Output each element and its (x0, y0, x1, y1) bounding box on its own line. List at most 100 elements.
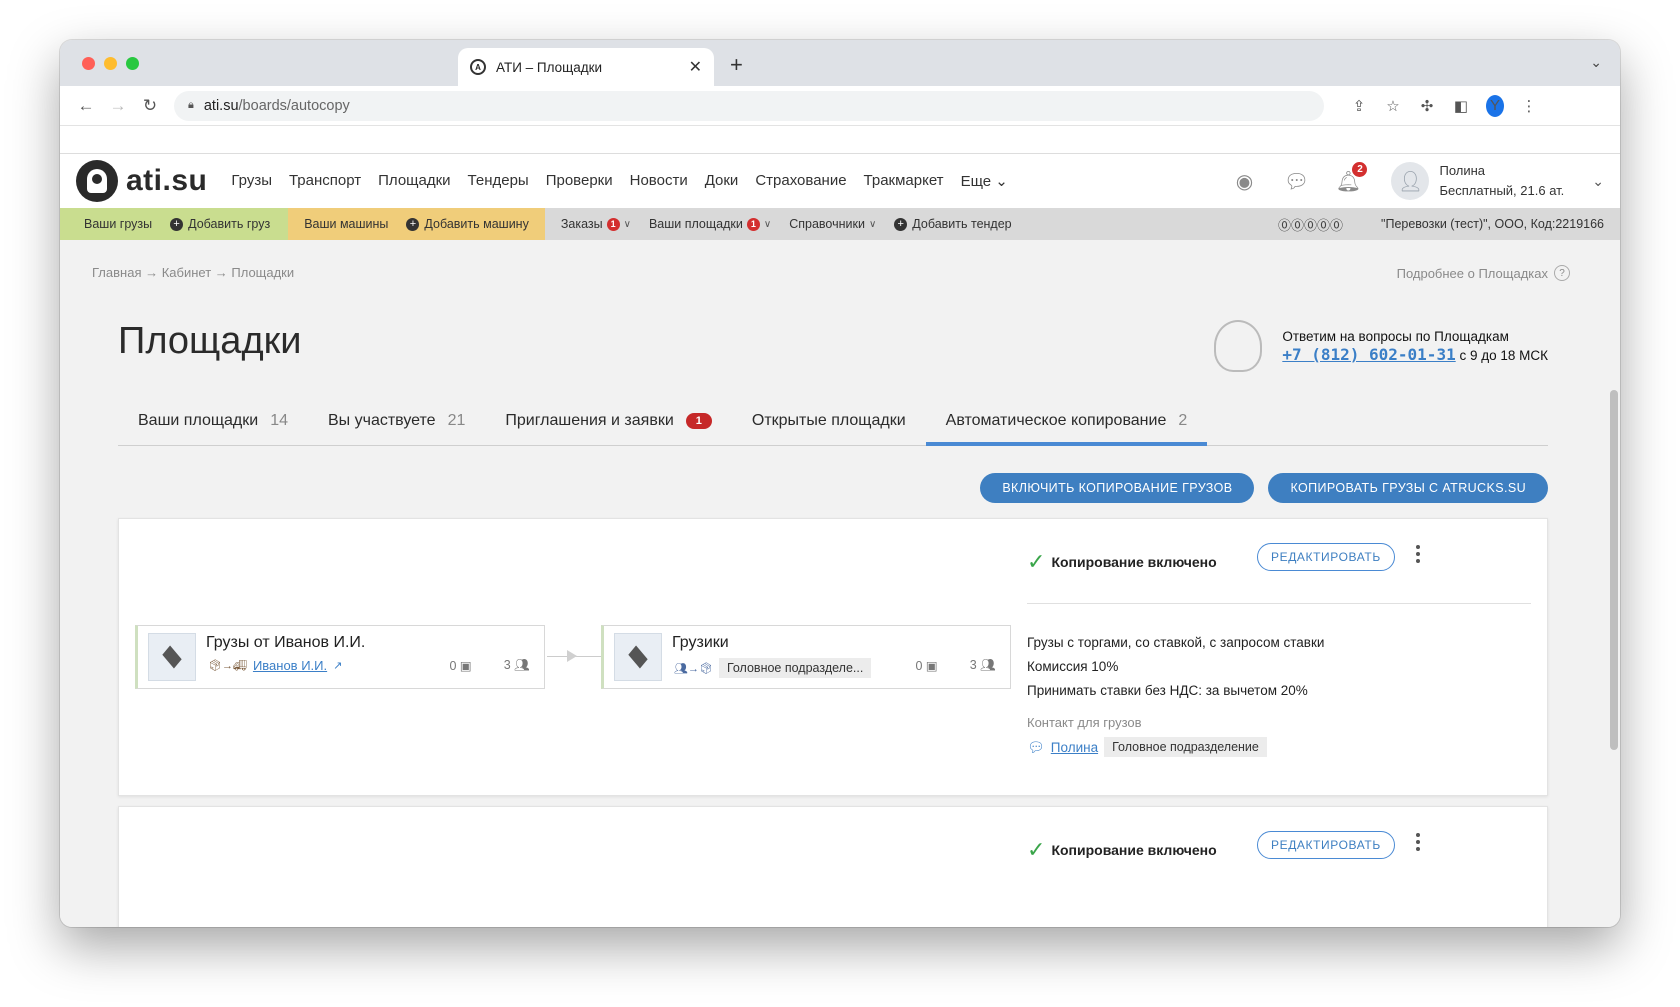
site-header: ati.su Грузы Транспорт Площадки Тендеры … (60, 154, 1620, 208)
tab-open-boards[interactable]: Открытые площадки (732, 398, 926, 446)
add-tender-button[interactable]: + Добавить тендер (894, 217, 1012, 231)
plus-circle-icon: + (894, 217, 908, 231)
support-block: Ответим на вопросы по Площадкам +7 (812)… (1214, 320, 1548, 372)
tab-count: 2 (1178, 412, 1188, 429)
external-link-icon[interactable]: ↗ (333, 659, 342, 672)
target-board[interactable]: Грузики 👥︎→📦︎ Головное подразделе... 0 ▣… (601, 625, 1011, 689)
breadcrumb[interactable]: Главная → Кабинет → Площадки (92, 265, 294, 280)
plus-circle-icon: + (170, 217, 184, 231)
share-icon[interactable]: ⇪ (1350, 97, 1368, 115)
reload-icon[interactable]: ↻ (134, 96, 166, 116)
target-board-stats: 0 ▣ 3 👥︎ (915, 658, 996, 673)
edit-button[interactable]: РЕДАКТИРОВАТЬ (1257, 543, 1395, 571)
more-about-boards-link[interactable]: Подробнее о Площадках? (1397, 265, 1570, 281)
boards-badge: 1 (746, 217, 760, 231)
contact-department-tag: Головное подразделение (1104, 737, 1267, 757)
extensions-icon[interactable]: ✣ (1418, 97, 1436, 115)
browser-window: A АТИ – Площадки ✕ + ⌄ ← → ↻ 🔒︎ ati.su/b… (60, 40, 1620, 927)
tab-count: 14 (270, 412, 288, 429)
condition-item: Комиссия 10% (1027, 659, 1119, 674)
copy-from-atrucks-button[interactable]: КОПИРОВАТЬ ГРУЗЫ С ATRUCKS.SU (1268, 473, 1548, 503)
tab-search-chevron-icon[interactable]: ⌄ (1590, 54, 1602, 71)
close-window-button[interactable] (82, 57, 95, 70)
user-avatar-icon[interactable]: 👤︎ (1391, 162, 1430, 200)
chevron-down-icon: ∨ (868, 218, 877, 230)
contact-name-link[interactable]: Полина (1051, 740, 1098, 755)
people-icon: 👥︎ (514, 658, 530, 672)
autocopy-rule-card: ✓ Копирование включено РЕДАКТИРОВАТЬ (118, 806, 1548, 927)
layers-icon (148, 633, 196, 681)
check-icon: ✓ (1027, 549, 1046, 574)
edit-button[interactable]: РЕДАКТИРОВАТЬ (1257, 831, 1395, 859)
tab-bar: A АТИ – Площадки ✕ + ⌄ (60, 40, 1620, 86)
add-cargo-button[interactable]: + Добавить груз (170, 217, 270, 231)
support-line: Ответим на вопросы по Площадкам (1282, 328, 1509, 344)
menu-item-transport[interactable]: Транспорт (289, 172, 361, 190)
menu-item-truckmarket[interactable]: Тракмаркет (864, 172, 944, 190)
maximize-window-button[interactable] (126, 57, 139, 70)
back-icon[interactable]: ← (70, 96, 102, 116)
your-boards-menu[interactable]: Ваши площадки 1 ∨ (649, 217, 771, 231)
add-tender-label: Добавить тендер (912, 217, 1012, 231)
tab-your-boards[interactable]: Ваши площадки 14 (118, 398, 308, 446)
support-operator-icon (1214, 320, 1263, 372)
bookmarks-strip (60, 126, 1620, 154)
forward-icon[interactable]: → (102, 96, 134, 116)
menu-item-boards[interactable]: Площадки (378, 172, 450, 190)
chat-icon[interactable]: 💬︎ (1027, 739, 1045, 756)
user-menu-chevron-icon[interactable]: ⌄ (1592, 173, 1604, 190)
menu-item-news[interactable]: Новости (630, 172, 688, 190)
source-board[interactable]: Грузы от Иванов И.И. 📦︎→🚚︎ Иванов И.И. ↗… (135, 625, 545, 689)
browser-menu-icon[interactable]: ⋮ (1520, 97, 1538, 115)
your-boards-label: Ваши площадки (648, 217, 743, 231)
tab-invitations[interactable]: Приглашения и заявки 1 (485, 398, 732, 446)
browser-tab[interactable]: A АТИ – Площадки ✕ (458, 48, 714, 86)
tab-participating[interactable]: Вы участвуете 21 (308, 398, 485, 446)
profile-avatar[interactable]: Y (1486, 94, 1504, 117)
more-options-icon[interactable] (1413, 833, 1423, 851)
tab-count: 21 (447, 412, 466, 429)
action-buttons: ВКЛЮЧИТЬ КОПИРОВАНИЕ ГРУЗОВ КОПИРОВАТЬ Г… (980, 473, 1548, 503)
menu-item-checks[interactable]: Проверки (546, 172, 613, 190)
page-scrollbar[interactable] (1610, 390, 1618, 750)
contact-row: 💬︎ Полина Головное подразделение (1027, 737, 1267, 757)
enable-copy-button[interactable]: ВКЛЮЧИТЬ КОПИРОВАНИЕ ГРУЗОВ (980, 473, 1255, 503)
messages-icon[interactable]: 💬︎ (1283, 168, 1309, 194)
rating-icons[interactable]: ⓪⓪⓪⓪⓪ (1278, 215, 1343, 234)
target-board-department: 👥︎→📦︎ Головное подразделе... (674, 658, 872, 678)
user-info[interactable]: Полина Бесплатный, 21.6 ат. (1439, 161, 1564, 201)
orders-menu[interactable]: Заказы 1 ∨ (561, 217, 631, 231)
user-plan: Бесплатный, 21.6 ат. (1439, 183, 1565, 198)
profile-check-icon[interactable]: ◉ (1231, 168, 1257, 194)
support-phone-link[interactable]: +7 (812) 602-01-31 (1282, 345, 1455, 364)
menu-item-insurance[interactable]: Страхование (755, 172, 846, 190)
owner-link[interactable]: Иванов И.И. (253, 658, 327, 673)
add-truck-button[interactable]: + Добавить машину (406, 217, 529, 231)
orders-label: Заказы (560, 217, 603, 231)
minimize-window-button[interactable] (104, 57, 117, 70)
help-icon: ? (1554, 265, 1570, 281)
menu-item-tenders[interactable]: Тендеры (468, 172, 529, 190)
company-name[interactable]: "Перевозки (тест)", ООО, Код:2219166 (1381, 217, 1604, 231)
rule-conditions: Грузы с торгами, со ставкой, с запросом … (1027, 631, 1324, 703)
notifications-icon[interactable]: 🔔︎ 2 (1335, 162, 1368, 194)
ati-logo[interactable]: ati.su (76, 160, 207, 202)
menu-item-docs[interactable]: Доки (705, 172, 739, 190)
your-trucks-link[interactable]: Ваши машины (304, 217, 388, 231)
menu-item-more[interactable]: Еще ⌄ (961, 172, 1008, 190)
tab-auto-copy[interactable]: Автоматическое копирование 2 (925, 398, 1208, 446)
tab-close-icon[interactable]: ✕ (689, 57, 702, 77)
references-menu[interactable]: Справочники ∨ (789, 217, 876, 231)
bookmark-star-icon[interactable]: ☆ (1384, 97, 1402, 115)
condition-item: Грузы с торгами, со ставкой, с запросом … (1027, 635, 1325, 650)
sidepanel-icon[interactable]: ◧ (1452, 97, 1470, 115)
members-count: 3 👥︎ (969, 658, 996, 672)
url-input[interactable]: 🔒︎ ati.su/boards/autocopy (174, 90, 1324, 121)
more-options-icon[interactable] (1413, 545, 1423, 563)
copy-status: ✓ Копирование включено (1027, 837, 1217, 863)
your-cargo-link[interactable]: Ваши грузы (84, 217, 152, 231)
chevron-down-icon: ⌄ (995, 173, 1008, 190)
new-tab-icon[interactable]: + (730, 52, 743, 78)
main-menu: Грузы Транспорт Площадки Тендеры Проверк… (231, 172, 1007, 190)
menu-item-cargo[interactable]: Грузы (231, 172, 272, 190)
